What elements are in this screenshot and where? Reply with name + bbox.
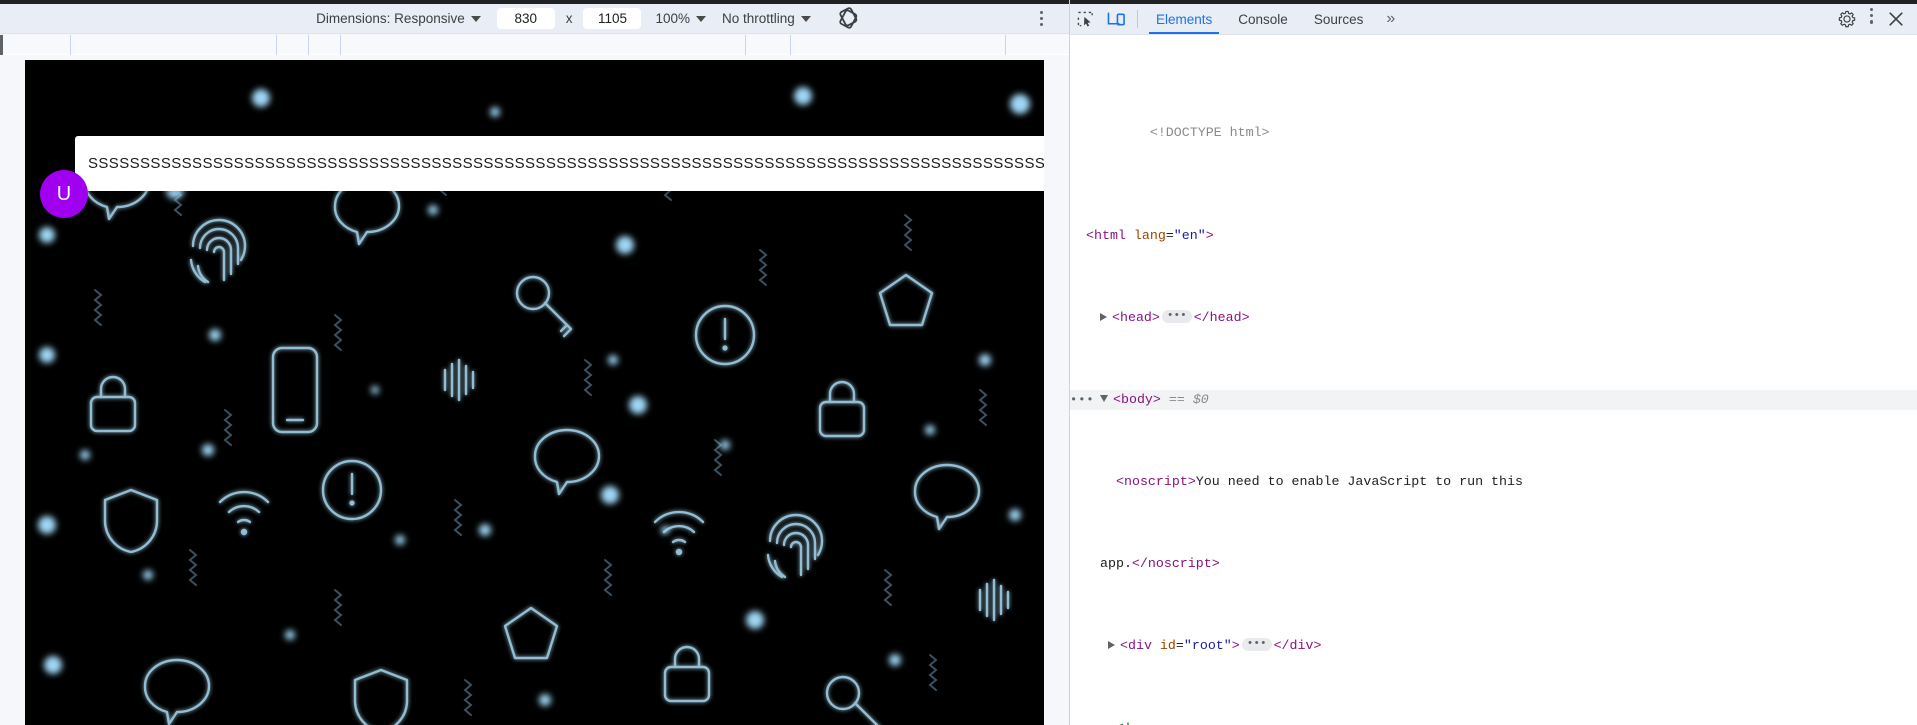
chevron-down-icon	[470, 15, 481, 22]
dot	[1869, 14, 1873, 18]
tag-name: head	[1209, 309, 1242, 325]
ruler-tick	[276, 35, 277, 55]
dot	[1039, 23, 1043, 27]
attr-name: lang	[1133, 227, 1166, 243]
tag-close: </noscript>	[1131, 555, 1220, 571]
dot	[1039, 16, 1043, 21]
dot	[1869, 20, 1873, 24]
ruler-tick	[1005, 35, 1006, 55]
inspect-element-icon[interactable]	[1070, 4, 1101, 34]
dimensions-dropdown[interactable]: Dimensions: Responsive	[316, 11, 481, 26]
content-card[interactable]: SSSSSSSSSSSSSSSSSSSSSSSSSSSSSSSSSSSSSSSS…	[75, 136, 1044, 191]
viewport-width-input[interactable]	[496, 8, 555, 29]
collapsed-content-badge[interactable]: •••	[1241, 638, 1272, 652]
tab-label: Elements	[1156, 11, 1213, 27]
card-text: SSSSSSSSSSSSSSSSSSSSSSSSSSSSSSSSSSSSSSSS…	[88, 155, 1044, 172]
text-node: app.	[1100, 555, 1132, 571]
devtools-panel: Elements Console Sources » <!DOCTYPE htm…	[1070, 0, 1917, 725]
tab-label: Sources	[1313, 11, 1364, 27]
dimensions-label: Dimensions: Responsive	[316, 11, 465, 26]
devtools-window: Dimensions: Responsive x 100% No throttl…	[0, 0, 1917, 725]
close-icon[interactable]	[1880, 4, 1911, 34]
dom-node-head[interactable]: <head> ••• </head>	[1070, 308, 1917, 329]
tab-elements[interactable]: Elements	[1143, 4, 1225, 34]
dot	[1039, 10, 1043, 14]
expand-arrow-icon[interactable]	[1100, 312, 1107, 321]
dom-node-doctype[interactable]: <!DOCTYPE html>	[1070, 103, 1917, 165]
throttling-label: No throttling	[722, 11, 795, 26]
dom-node-noscript[interactable]: <noscript>You need to enable JavaScript …	[1070, 472, 1917, 493]
ruler-tick	[70, 35, 71, 55]
dot	[1869, 8, 1873, 12]
viewport-ruler[interactable]	[0, 35, 1069, 55]
tag-name: html	[1093, 227, 1126, 243]
dom-node-root-div[interactable]: <div id="root"> ••• </div>	[1070, 636, 1917, 657]
comment-text: <!--	[1116, 720, 1148, 725]
size-separator: x	[565, 11, 573, 26]
emulated-page-viewport[interactable]: SSSSSSSSSSSSSSSSSSSSSSSSSSSSSSSSSSSSSSSS…	[25, 60, 1044, 725]
zoom-label: 100%	[655, 11, 691, 26]
expand-arrow-icon[interactable]	[1108, 640, 1115, 649]
ruler-tick	[745, 35, 746, 55]
viewport-size-fields: x	[496, 8, 642, 29]
chevron-down-icon	[696, 15, 707, 22]
devtools-tabbar: Elements Console Sources »	[1070, 4, 1917, 35]
tag-name: div	[1289, 637, 1314, 653]
attr-value: "en"	[1173, 227, 1206, 243]
device-toolbar-icon[interactable]	[1101, 4, 1132, 34]
tag-open: <noscript>	[1116, 473, 1196, 489]
attr-value: "root"	[1183, 637, 1232, 653]
ruler-tick	[340, 35, 341, 55]
dom-node-noscript-cont[interactable]: app.</noscript>	[1070, 554, 1917, 575]
toolbar-separator	[1137, 10, 1138, 28]
dom-tree[interactable]: <!DOCTYPE html> <html lang="en"> <head> •…	[1070, 35, 1917, 725]
dom-node-comment-open[interactable]: <!--	[1070, 718, 1917, 725]
avatar-initial: U	[56, 182, 72, 205]
tabbar-spacer	[1405, 4, 1832, 34]
ruler-left-edge	[0, 35, 3, 55]
selected-node-ref: == $0	[1168, 391, 1209, 407]
tag-name: head	[1119, 309, 1152, 325]
attr-name: id	[1159, 637, 1176, 653]
doctype-text: <!DOCTYPE html>	[1149, 125, 1270, 140]
tab-label: Console	[1238, 11, 1288, 27]
tag-name: body	[1120, 391, 1153, 407]
node-menu-icon[interactable]: •••	[1070, 390, 1095, 411]
tag-name: div	[1127, 637, 1152, 653]
ruler-tick	[790, 35, 791, 55]
tab-sources[interactable]: Sources	[1301, 4, 1377, 34]
collapse-arrow-icon[interactable]	[1100, 395, 1108, 403]
device-more-options-button[interactable]	[1033, 7, 1050, 31]
more-tabs-button[interactable]: »	[1376, 4, 1405, 34]
avatar[interactable]: U	[40, 170, 88, 218]
device-mode-pane: Dimensions: Responsive x 100% No throttl…	[0, 0, 1070, 725]
dom-node-body[interactable]: ••• <body> == $0	[1070, 389, 1917, 411]
rotate-device-icon[interactable]	[837, 6, 863, 31]
gear-icon[interactable]	[1832, 4, 1863, 34]
text-node: You need to enable JavaScript to run thi…	[1195, 473, 1523, 489]
viewport-height-input[interactable]	[583, 8, 642, 29]
tab-console[interactable]: Console	[1225, 4, 1301, 34]
chevron-down-icon	[800, 15, 811, 22]
zoom-dropdown[interactable]: 100%	[655, 11, 707, 26]
devtools-menu-icon[interactable]	[1863, 4, 1880, 34]
device-emulation-toolbar: Dimensions: Responsive x 100% No throttl…	[0, 4, 1069, 34]
collapsed-content-badge[interactable]: •••	[1161, 310, 1192, 324]
throttling-dropdown[interactable]: No throttling	[722, 11, 811, 26]
chevron-right-double-icon: »	[1386, 10, 1396, 27]
dom-node-html[interactable]: <html lang="en">	[1070, 226, 1917, 247]
ruler-tick	[308, 35, 309, 55]
